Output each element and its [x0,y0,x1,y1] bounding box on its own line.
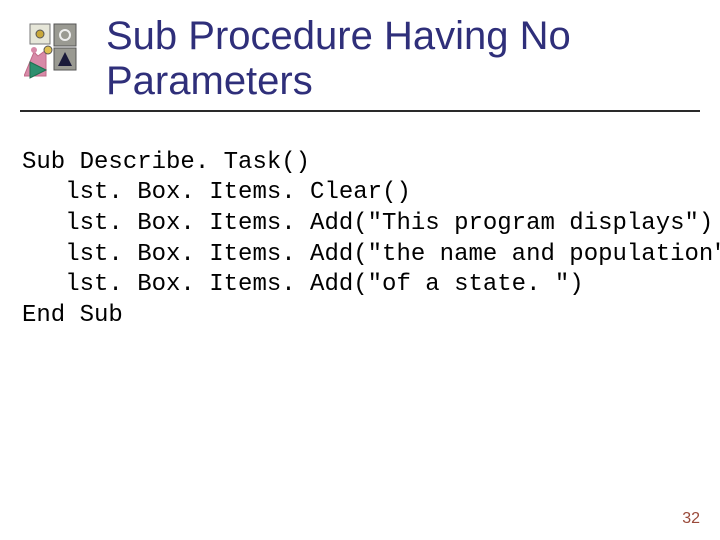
code-line: lst. Box. Items. Add("This program displ… [22,210,713,237]
code-block: Sub Describe. Task() lst. Box. Items. Cl… [0,120,720,332]
slide-title: Sub Procedure Having No Parameters [106,14,700,104]
code-line: lst. Box. Items. Add("the name and popul… [22,241,720,268]
slide: Sub Procedure Having No Parameters Sub D… [0,0,720,540]
logo-icon [24,20,88,84]
code-line: End Sub [22,302,123,329]
header-divider [20,110,700,112]
code-line: lst. Box. Items. Clear() [22,179,411,206]
code-line: Sub Describe. Task() [22,149,310,176]
page-number: 32 [682,510,700,528]
code-line: lst. Box. Items. Add("of a state. ") [22,271,584,298]
header-row: Sub Procedure Having No Parameters [20,14,700,104]
slide-header: Sub Procedure Having No Parameters [0,0,720,120]
